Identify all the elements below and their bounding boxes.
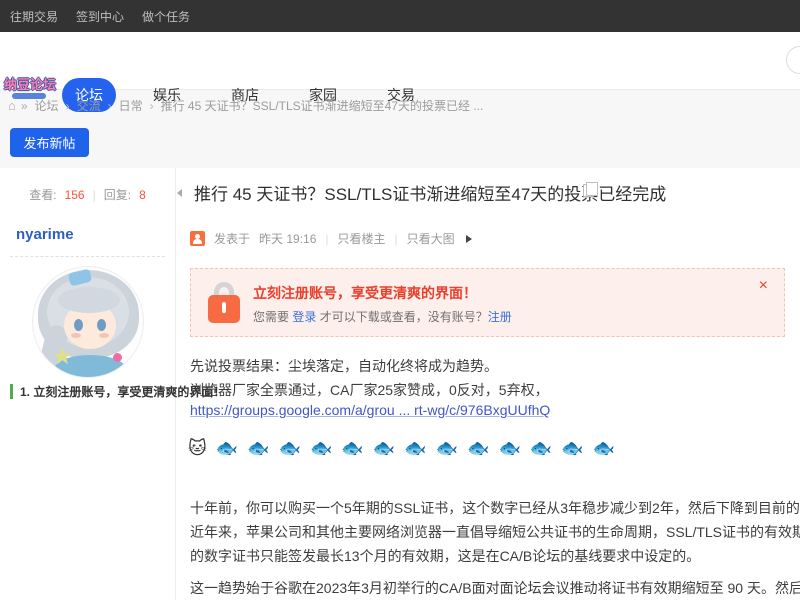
breadcrumb-separator: » [21,99,28,113]
collapse-sidebar-arrow-icon[interactable] [177,189,182,197]
post-paragraph: 先说投票结果：尘埃落定，自动化终将成为趋势。 [190,356,498,376]
meta-separator: | [395,232,398,246]
thread-panel: 查看: 156 | 回复: 8 nyarime 1. 立刻注册账号，享受更清爽的… [0,168,800,600]
replies-count: 8 [139,188,146,202]
nav-user-avatar[interactable] [786,46,800,74]
avatar-art [71,333,81,338]
author-avatar[interactable] [32,266,144,378]
post-paragraph: 十年前，你可以购买一个5年期的SSL证书，这个数字已经从3年稳步减少到2年，然后… [190,498,800,518]
poster-avatar-icon [190,231,205,246]
only-images-link[interactable]: 只看大图 [407,230,455,247]
new-post-button[interactable]: 发布新帖 [10,128,89,157]
topbar-link[interactable]: 签到中心 [76,8,124,25]
avatar-art [113,353,122,362]
next-arrow-icon[interactable] [466,235,472,243]
emoji-row: 🐱 🐟 🐟 🐟 🐟 🐟 🐟 🐟 🐟 🐟 🐟 🐟 🐟 🐟 [188,438,617,459]
topbar-links: 往期交易 签到中心 做个任务 [10,0,190,32]
replies-label: 回复: [104,186,131,203]
avatar-art [99,333,109,338]
sidebar-note-bar [10,384,13,399]
avatar-art [97,319,106,331]
post-url-link[interactable]: https://groups.google.com/a/grou ... rt-… [190,402,550,418]
sidebar-dashed-divider [10,256,165,257]
register-alert: 立刻注册账号，享受更清爽的界面！ 您需要 登录 才可以下载或查看，没有账号？注册… [190,268,785,337]
login-link[interactable]: 登录 [292,310,316,324]
breadcrumb-item[interactable]: 论坛 [35,97,59,114]
breadcrumb: ⌂ » 论坛交流日常推行 45 天证书？SSL/TLS证书渐进缩短至47天的投票… [8,97,483,114]
topbar: 往期交易 签到中心 做个任务 [0,0,800,32]
posted-label: 发表于 [214,230,250,247]
post-paragraph: 浏览器厂家全票通过，CA厂家25家赞成，0反对，5弃权， [190,380,549,400]
post-paragraph: 这一趋势始于谷歌在2023年3月初举行的CA/B面对面论坛会议推动将证书有效期缩… [190,578,800,598]
register-link[interactable]: 注册 [488,310,512,324]
breadcrumb-item[interactable]: 推行 45 天证书？SSL/TLS证书渐进缩短至47天的投票已经 ... [143,97,484,114]
breadcrumb-item[interactable]: 日常 [101,97,143,114]
close-icon[interactable]: × [759,278,768,294]
posted-time: 昨天 19:16 [259,230,316,247]
copy-title-icon[interactable] [583,184,594,197]
navbar: 纳豆论坛 论坛娱乐商店家园交易 [0,32,800,90]
forum-page: 往期交易 签到中心 做个任务 纳豆论坛 论坛娱乐商店家园交易 ⌂ » 论坛交流日常推… [0,0,800,600]
avatar-art [74,319,83,331]
avatar-art [58,287,120,313]
site-logo-text: 纳豆论坛 [4,78,62,92]
stats-separator: | [93,188,96,202]
views-count: 156 [65,188,85,202]
topbar-link[interactable]: 做个任务 [142,8,190,25]
alert-body: 您需要 登录 才可以下载或查看，没有账号？注册 [253,308,512,325]
lock-icon [208,282,240,324]
meta-separator: | [325,232,328,246]
topbar-link[interactable]: 往期交易 [10,8,58,25]
breadcrumb-item[interactable]: 交流 [59,97,101,114]
breadcrumb-items: 论坛交流日常推行 45 天证书？SSL/TLS证书渐进缩短至47天的投票已经 .… [35,97,484,114]
post-paragraph: 近年来，苹果公司和其他主要网络浏览器一直倡导缩短公共证书的生命周期，SSL/TL… [190,522,800,542]
alert-headline: 立刻注册账号，享受更清爽的界面！ [253,283,477,303]
author-username[interactable]: nyarime [16,226,74,243]
post-meta: 发表于 昨天 19:16 | 只看楼主 | 只看大图 [190,230,472,247]
home-icon[interactable]: ⌂ [8,98,16,113]
only-author-link[interactable]: 只看楼主 [338,230,386,247]
views-label: 查看: [29,186,56,203]
post-paragraph: 的数字证书只能签发最长13个月的有效期，这是在CA/B论坛的基线要求中设定的。 [190,546,700,566]
thread-stats: 查看: 156 | 回复: 8 [0,186,175,203]
